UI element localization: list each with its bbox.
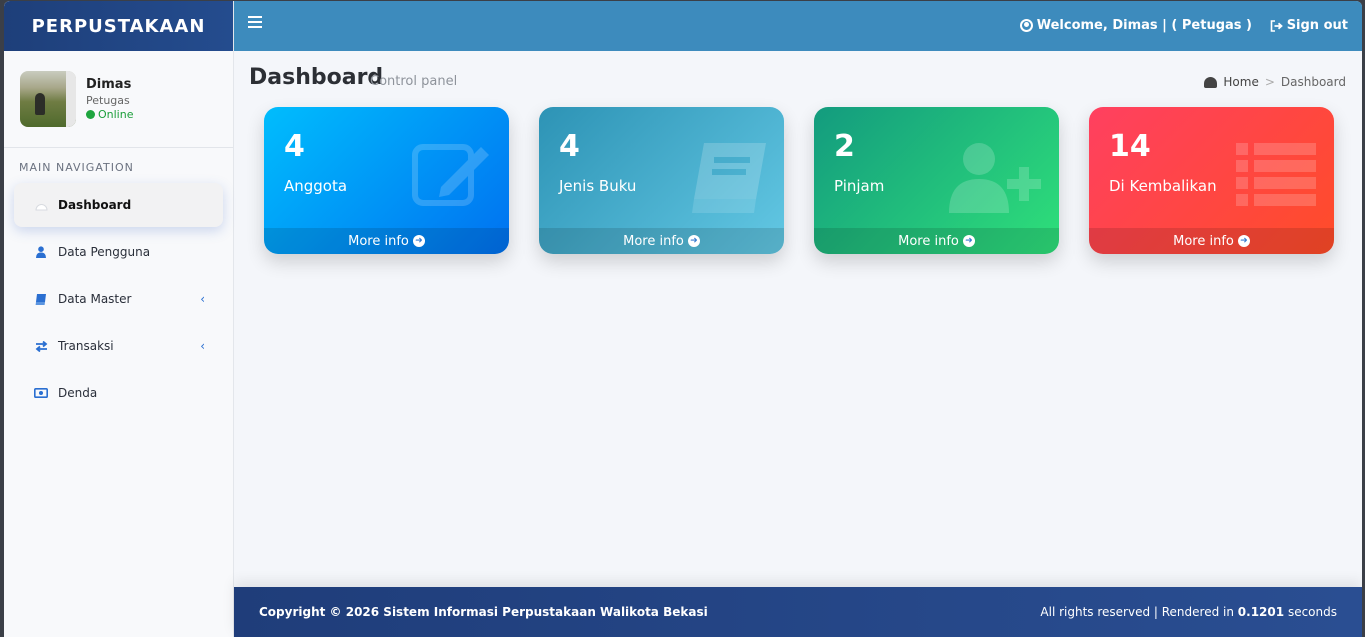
card-label: Di Kembalikan	[1109, 177, 1217, 195]
welcome-user[interactable]: Welcome, Dimas | ( Petugas )	[1019, 18, 1252, 33]
edit-icon	[412, 144, 489, 206]
page-footer: Copyright © 2026 Sistem Informasi Perpus…	[234, 587, 1362, 637]
sidebar-item-label: Data Master	[58, 292, 132, 306]
breadcrumb: Home > Dashboard	[1204, 75, 1346, 89]
more-info-label: More info	[348, 233, 409, 249]
user-panel: Dimas Petugas Online	[4, 51, 233, 148]
user-plus-icon	[949, 143, 1041, 213]
book-icon	[692, 143, 766, 213]
money-icon	[34, 388, 48, 398]
arrow-circle-right-icon: ➜	[412, 235, 425, 247]
top-navbar: Welcome, Dimas | ( Petugas ) Sign out	[234, 1, 1362, 51]
more-info-label: More info	[623, 233, 684, 249]
card-value: 14	[1109, 129, 1151, 164]
sidebar-item-label: Denda	[58, 386, 98, 400]
card-label: Anggota	[284, 177, 348, 195]
breadcrumb-separator: >	[1264, 75, 1275, 89]
arrow-circle-right-icon: ➜	[687, 235, 700, 247]
exchange-icon	[34, 340, 48, 352]
chevron-left-icon[interactable]: ‹	[200, 339, 205, 353]
stat-cards: 4 Anggota More info ➜ 4 Jenis Buku More …	[264, 107, 1334, 254]
render-time: 0.1201	[1237, 605, 1285, 619]
main-content: Dashboard Control panel Home > Dashboard…	[234, 51, 1362, 587]
sidebar: PERPUSTAKAAN Dimas Petugas Online MAIN N…	[4, 1, 234, 637]
more-info-link[interactable]: More info ➜	[1089, 228, 1334, 254]
card-pinjam: 2 Pinjam More info ➜	[814, 107, 1059, 254]
page-title: Dashboard	[249, 65, 384, 90]
chevron-left-icon[interactable]: ‹	[200, 292, 205, 306]
user-circle-icon	[1019, 19, 1033, 32]
user-status: Online	[86, 108, 133, 121]
user-name: Dimas	[86, 77, 132, 92]
breadcrumb-home[interactable]: Home	[1223, 75, 1258, 89]
list-icon	[1236, 143, 1316, 206]
sidebar-item-label: Transaksi	[58, 339, 114, 353]
more-info-link[interactable]: More info ➜	[814, 228, 1059, 254]
dashboard-icon	[1204, 76, 1218, 88]
sidebar-item-denda[interactable]: Denda	[14, 371, 223, 415]
user-role: Petugas	[86, 94, 130, 107]
book-icon	[34, 293, 48, 305]
rights-prefix: All rights reserved | Rendered in	[1040, 605, 1234, 619]
user-status-label: Online	[98, 108, 134, 121]
card-di-kembalikan: 14 Di Kembalikan More info ➜	[1089, 107, 1334, 254]
dashboard-icon	[34, 200, 48, 211]
app-frame: PERPUSTAKAAN Dimas Petugas Online MAIN N…	[4, 1, 1362, 637]
card-label: Pinjam	[834, 177, 885, 195]
render-info: All rights reserved | Rendered in 0.1201…	[1040, 605, 1337, 619]
avatar	[20, 71, 76, 127]
welcome-text: Welcome, Dimas | ( Petugas )	[1036, 18, 1252, 33]
sign-out-button[interactable]: Sign out	[1270, 18, 1348, 33]
card-value: 4	[559, 129, 580, 164]
sidebar-item-label: Dashboard	[58, 198, 132, 212]
sign-out-icon	[1270, 19, 1283, 32]
sidebar-item-dashboard[interactable]: Dashboard	[14, 183, 223, 227]
more-info-link[interactable]: More info ➜	[539, 228, 784, 254]
online-dot-icon	[86, 110, 95, 119]
sidebar-item-label: Data Pengguna	[58, 245, 151, 259]
nav-header: MAIN NAVIGATION	[19, 161, 134, 174]
copyright-text: Copyright © 2026 Sistem Informasi Perpus…	[259, 605, 708, 619]
more-info-link[interactable]: More info ➜	[264, 228, 509, 254]
page-subtitle: Control panel	[370, 74, 458, 89]
arrow-circle-right-icon: ➜	[962, 235, 975, 247]
card-value: 2	[834, 129, 855, 164]
more-info-label: More info	[898, 233, 959, 249]
brand-logo[interactable]: PERPUSTAKAAN	[4, 1, 233, 51]
rights-suffix: seconds	[1287, 605, 1337, 619]
card-value: 4	[284, 129, 305, 164]
sidebar-item-data-pengguna[interactable]: Data Pengguna	[14, 230, 223, 274]
sidebar-item-data-master[interactable]: Data Master ‹	[14, 277, 223, 321]
user-icon	[34, 246, 48, 258]
arrow-circle-right-icon: ➜	[1237, 235, 1250, 247]
breadcrumb-current: Dashboard	[1280, 75, 1346, 89]
card-label: Jenis Buku	[559, 177, 637, 195]
menu-toggle-icon[interactable]	[248, 16, 262, 30]
sidebar-item-transaksi[interactable]: Transaksi ‹	[14, 324, 223, 368]
card-jenis-buku: 4 Jenis Buku More info ➜	[539, 107, 784, 254]
more-info-label: More info	[1173, 233, 1234, 249]
sign-out-label: Sign out	[1286, 18, 1348, 33]
card-anggota: 4 Anggota More info ➜	[264, 107, 509, 254]
